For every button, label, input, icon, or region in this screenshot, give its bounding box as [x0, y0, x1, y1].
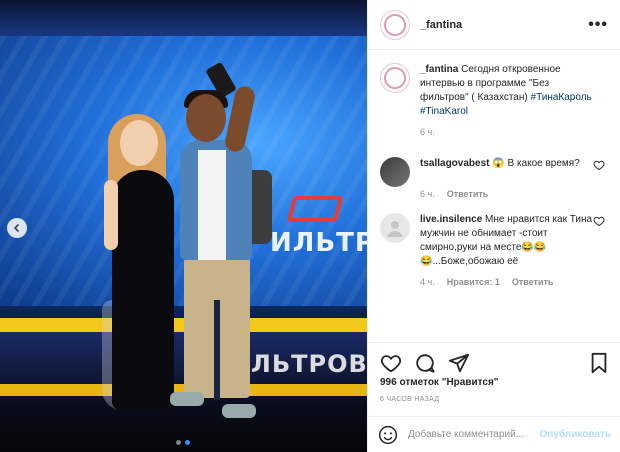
comment-author[interactable]: tsallagovabest	[420, 158, 489, 169]
comment-input[interactable]: Добавьте комментарий...	[408, 429, 540, 440]
comment-meta: 6 ч. Ответить	[420, 187, 600, 201]
post-actions	[368, 342, 620, 382]
likes-count[interactable]: 996 отметок "Нравится"	[380, 377, 499, 388]
default-avatar-icon	[387, 221, 403, 237]
carousel-dot	[176, 440, 181, 445]
post-photo[interactable]: ИЛЬТРОВ ФИЛЬТРОВ	[0, 0, 367, 452]
show-sign-text: ИЛЬТРОВ	[270, 228, 367, 258]
shoe-left	[170, 392, 204, 406]
commenter-avatar[interactable]	[380, 213, 410, 243]
post-timestamp[interactable]: 6 ЧАСОВ НАЗАД	[380, 396, 439, 403]
shoe-right	[222, 404, 256, 418]
caption-avatar[interactable]	[380, 63, 410, 93]
previous-photo-button[interactable]	[7, 218, 27, 238]
post-header: _fantina •••	[368, 0, 620, 50]
avatar-logo-icon	[384, 13, 406, 36]
share-icon[interactable]	[448, 352, 470, 374]
sign-red-frame	[286, 196, 344, 222]
photo-top-band	[0, 0, 367, 40]
comment-meta: 4 ч. Нравится: 1 Ответить	[420, 275, 600, 289]
publish-button[interactable]: Опубликовать	[540, 429, 611, 440]
caption: _fantina Сегодня откровенное интервью в …	[380, 63, 609, 139]
comment-time[interactable]: 4 ч.	[420, 275, 435, 289]
comment-time[interactable]: 6 ч.	[420, 187, 435, 201]
heart-icon[interactable]	[380, 352, 402, 374]
like-comment-heart-icon[interactable]	[593, 159, 605, 171]
chevron-left-icon	[13, 223, 20, 233]
man-tshirt	[198, 150, 226, 260]
caption-text-block: _fantina Сегодня откровенное интервью в …	[420, 63, 600, 139]
emoji-icon[interactable]	[378, 425, 398, 445]
comment-text-block: tsallagovabest 😱 В какое время? 6 ч. Отв…	[420, 157, 600, 201]
add-comment-bar: Добавьте комментарий... Опубликовать	[368, 416, 620, 452]
man-leg-gap	[214, 300, 220, 400]
bookmark-icon[interactable]	[589, 352, 609, 374]
instagram-post-modal: ИЛЬТРОВ ФИЛЬТРОВ _fantina	[0, 0, 620, 452]
avatar-logo-icon	[384, 67, 406, 89]
comment-text: 😱 В какое время?	[492, 158, 580, 169]
commenter-avatar[interactable]	[380, 157, 410, 187]
carousel-dot-active	[185, 440, 190, 445]
man-face	[186, 94, 226, 142]
post-sidebar: _fantina ••• _fantina Сегодня откровенно…	[367, 0, 620, 452]
comment-likes[interactable]: Нравится: 1	[447, 275, 500, 289]
reply-button[interactable]: Ответить	[512, 275, 554, 289]
comment: live.insilence Мне нравится как Тина муж…	[380, 213, 609, 289]
reply-button[interactable]: Ответить	[447, 187, 489, 201]
more-options-button[interactable]: •••	[588, 16, 608, 34]
carousel-dots	[176, 440, 190, 445]
caption-author[interactable]: _fantina	[420, 64, 458, 75]
comment-icon[interactable]	[414, 352, 436, 374]
comment-author[interactable]: live.insilence	[420, 214, 482, 225]
like-comment-heart-icon[interactable]	[593, 215, 605, 227]
woman-face	[120, 120, 158, 166]
comments-list: _fantina Сегодня откровенное интервью в …	[368, 51, 620, 341]
caption-time[interactable]: 6 ч.	[420, 125, 435, 139]
woman-dress	[112, 170, 174, 410]
author-username[interactable]: _fantina	[420, 19, 462, 31]
author-avatar[interactable]	[380, 9, 410, 40]
caption-meta: 6 ч.	[420, 125, 600, 139]
woman-arm	[104, 180, 118, 250]
comment-text-block: live.insilence Мне нравится как Тина муж…	[420, 213, 600, 289]
comment: tsallagovabest 😱 В какое время? 6 ч. Отв…	[380, 157, 609, 201]
